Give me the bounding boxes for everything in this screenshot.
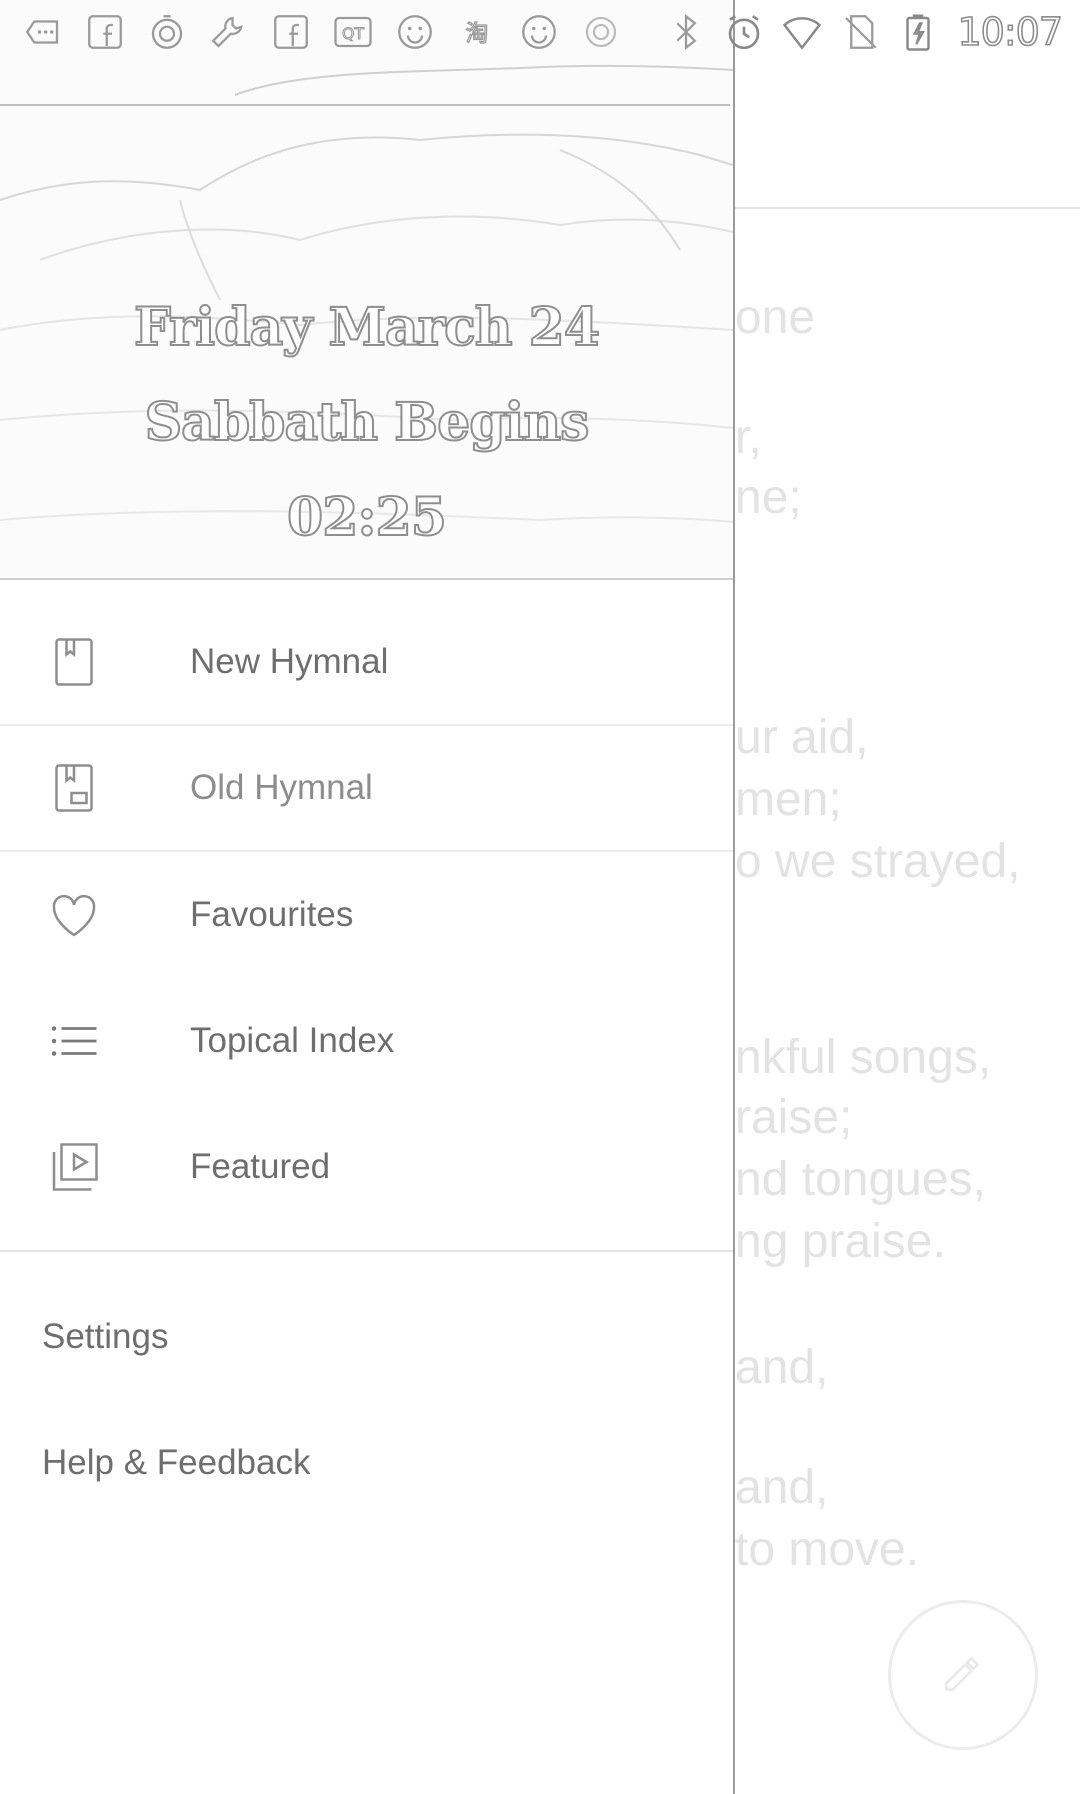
edit-icon <box>938 1648 988 1702</box>
edit-fab-button[interactable] <box>888 1600 1038 1750</box>
lyric-line: men; <box>735 773 842 826</box>
menu-item-topical-index[interactable]: Topical Index <box>0 978 733 1104</box>
old-book-icon <box>38 752 110 824</box>
toolbar-divider <box>735 207 1080 209</box>
lyric-line: r, <box>735 411 762 464</box>
lyric-line: one <box>735 291 816 344</box>
no-sim-icon <box>837 9 883 55</box>
sabbath-event: Sabbath Begins <box>144 391 591 454</box>
book-icon <box>38 626 110 698</box>
lyric-line: ng praise. <box>735 1215 946 1268</box>
menu-item-favourites[interactable]: Favourites <box>0 852 733 978</box>
lyric-line: ur aid, <box>735 711 869 764</box>
menu-item-new-hymnal[interactable]: New Hymnal <box>0 600 733 726</box>
video-library-icon <box>38 1131 110 1203</box>
facebook-icon <box>268 9 314 55</box>
lyric-line: nkful songs, <box>735 1031 992 1084</box>
svg-text:淘: 淘 <box>466 20 489 46</box>
lyric-line: nd tongues, <box>735 1153 986 1206</box>
stopwatch-icon <box>144 9 190 55</box>
menu-item-settings[interactable]: Settings <box>0 1274 733 1400</box>
lyric-line: to move. <box>735 1523 920 1576</box>
screen: one r, ne; ur aid, men; o we strayed, nk… <box>0 0 1080 1794</box>
drawer-header: Friday March 24 Sabbath Begins 02:25 <box>0 0 733 580</box>
lyric-line: raise; <box>735 1091 853 1144</box>
clock: 10:07 <box>957 9 1064 55</box>
menu-item-label: Featured <box>190 1147 331 1186</box>
wrench-icon <box>206 9 252 55</box>
info-icon <box>578 9 624 55</box>
smiley-icon <box>392 9 438 55</box>
menu-item-label: New Hymnal <box>190 642 389 681</box>
menu-item-old-hymnal[interactable]: Old Hymnal <box>0 726 733 852</box>
status-bar: QT 淘 10:07 <box>0 0 1080 63</box>
menu-item-label: Help & Feedback <box>42 1443 311 1482</box>
list-icon <box>38 1005 110 1077</box>
more-notifications-icon <box>20 9 66 55</box>
bluetooth-icon <box>663 9 709 55</box>
qq-icon: QT <box>330 9 376 55</box>
wifi-icon <box>779 9 825 55</box>
battery-charging-icon <box>895 9 941 55</box>
sabbath-date: Friday March 24 <box>133 296 601 359</box>
system-icons: 10:07 <box>663 9 1064 55</box>
lyric-line: and, <box>735 1461 829 1514</box>
sabbath-countdown: 02:25 <box>286 486 448 549</box>
menu-item-featured[interactable]: Featured <box>0 1104 733 1230</box>
drawer-menu: New Hymnal Old Hymnal Favourites Topical… <box>0 600 733 1230</box>
taobao-icon: 淘 <box>454 9 500 55</box>
notification-icons: QT 淘 <box>20 9 640 55</box>
alarm-icon <box>721 9 767 55</box>
menu-item-label: Topical Index <box>190 1021 395 1060</box>
menu-item-label: Settings <box>42 1317 169 1356</box>
lyric-line: o we strayed, <box>735 835 1021 888</box>
heart-icon <box>38 879 110 951</box>
menu-item-help-feedback[interactable]: Help & Feedback <box>0 1400 733 1526</box>
menu-item-label: Favourites <box>190 895 354 934</box>
menu-divider <box>0 1250 733 1252</box>
facebook-icon <box>82 9 128 55</box>
svg-text:QT: QT <box>342 24 364 43</box>
sabbath-info: Friday March 24 Sabbath Begins 02:25 <box>0 280 733 565</box>
navigation-drawer: Friday March 24 Sabbath Begins 02:25 New… <box>0 0 735 1794</box>
smiley-icon <box>516 9 562 55</box>
lyric-line: and, <box>735 1341 829 1394</box>
lyric-line: ne; <box>735 471 802 524</box>
menu-item-label: Old Hymnal <box>190 768 373 807</box>
